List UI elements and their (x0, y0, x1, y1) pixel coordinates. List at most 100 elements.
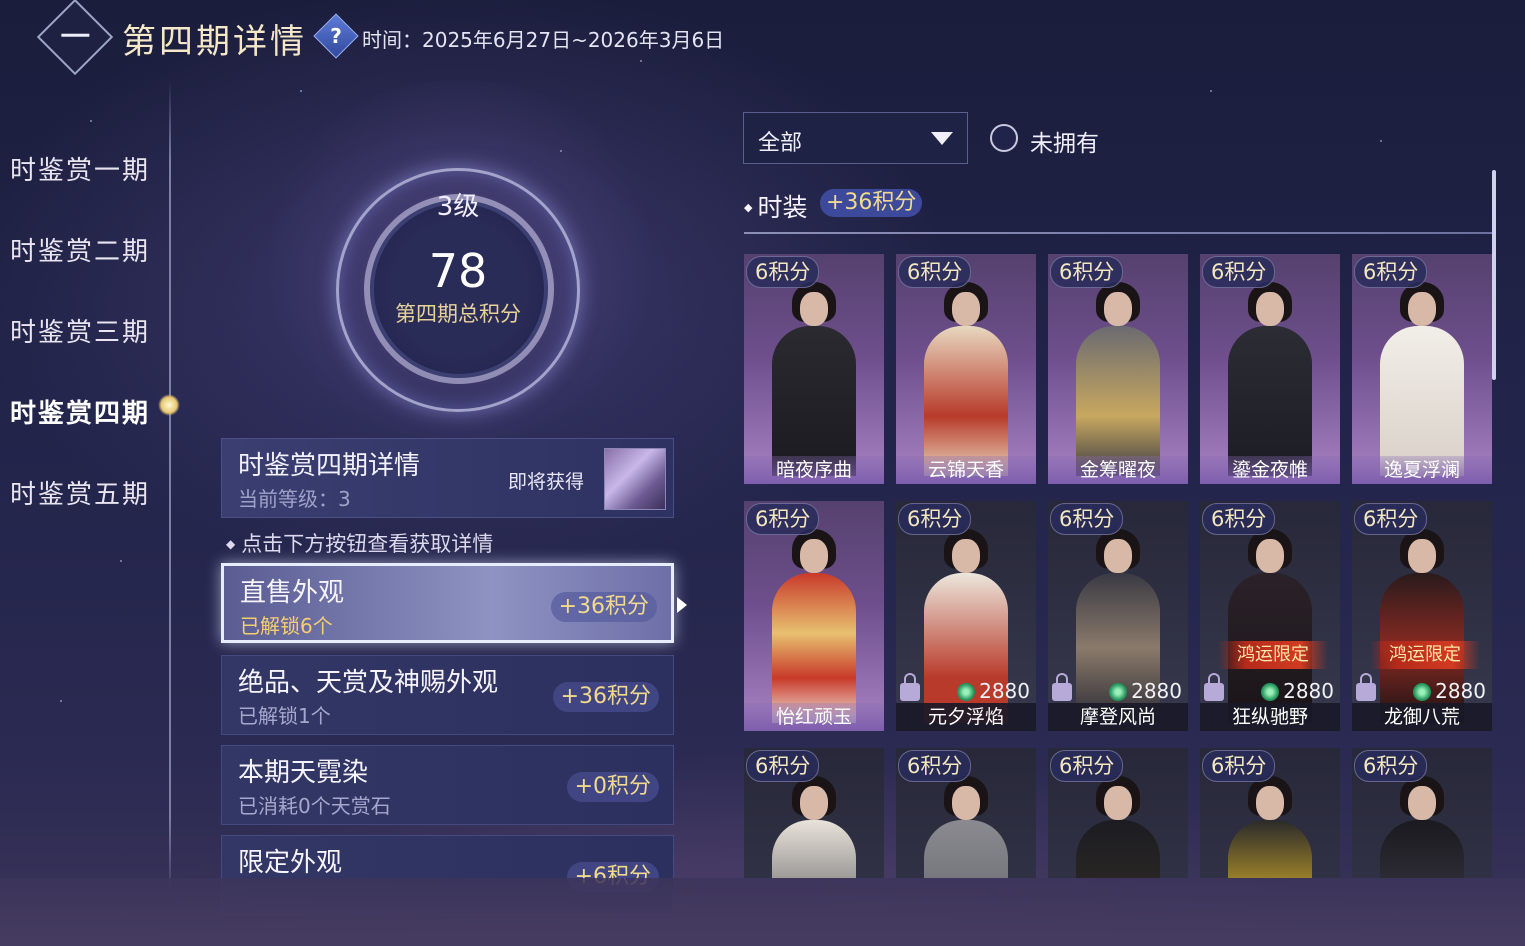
help-icon[interactable]: ? (313, 13, 359, 59)
total-score: 78 (428, 244, 488, 298)
jade-currency-icon (1109, 683, 1128, 701)
points-badge: 6积分 (1202, 503, 1276, 535)
hint-text: 点击下方按钮查看获取详情 (226, 528, 493, 558)
help-symbol: ? (330, 24, 342, 48)
star-deco (300, 90, 302, 92)
outfit-name: 怡红顽玉 (744, 703, 884, 731)
back-arrow-icon (61, 33, 90, 37)
not-owned-radio[interactable] (990, 124, 1018, 152)
outfit-name: 龙御八荒 (1352, 703, 1492, 731)
price: 2880 (1413, 679, 1486, 703)
outfit-card[interactable]: 6积分 暗夜序曲 (744, 254, 884, 484)
star-deco (60, 700, 62, 702)
outfit-card-locked[interactable]: 6积分 2880 摩登风尚 (1048, 501, 1188, 731)
upcoming-reward-icon[interactable] (604, 448, 666, 510)
points-badge: 6积分 (898, 256, 972, 288)
star-deco (120, 560, 122, 562)
outfit-card-locked[interactable]: 6积分 鸿运限定 2880 龙御八荒 (1352, 501, 1492, 731)
nav-item-period-5[interactable]: 时鉴赏五期 (10, 474, 150, 511)
outfit-card-locked[interactable]: 6积分 (1352, 748, 1492, 878)
price-value: 2880 (1283, 679, 1334, 703)
limited-tag: 鸿运限定 (1370, 641, 1480, 669)
character-figure (766, 282, 862, 476)
outfit-name: 鎏金夜帷 (1200, 456, 1340, 484)
character-figure (1222, 776, 1318, 878)
points-badge: 6积分 (1354, 750, 1428, 782)
points-badge: 6积分 (898, 503, 972, 535)
lock-icon (1356, 673, 1376, 701)
outfit-card[interactable]: 6积分 逸夏浮澜 (1352, 254, 1492, 484)
current-level: 当前等级：3 (238, 487, 351, 511)
points-badge: 6积分 (1354, 503, 1428, 535)
outfit-name: 金筹曜夜 (1048, 456, 1188, 484)
filter-dropdown[interactable]: 全部 (743, 112, 968, 164)
outfit-name: 暗夜序曲 (744, 456, 884, 484)
outfit-card-locked[interactable]: 6积分 (1048, 748, 1188, 878)
total-score-label: 第四期总积分 (395, 302, 521, 326)
chevron-down-icon (931, 132, 953, 145)
category-sub: 已解锁1个 (238, 704, 331, 728)
star-deco (90, 120, 92, 122)
outfit-grid: 6积分 暗夜序曲 6积分 云锦天香 6积分 金筹曜夜 6积分 鎏金夜帷 6积分 … (744, 254, 1494, 878)
lock-icon (1052, 673, 1072, 701)
outfit-card[interactable]: 6积分 怡红顽玉 (744, 501, 884, 731)
nav-item-period-2[interactable]: 时鉴赏二期 (10, 231, 150, 268)
category-points: +0积分 (566, 772, 659, 802)
category-dye[interactable]: 本期天霓染 已消耗0个天赏石 +0积分 (221, 745, 674, 825)
level-text: 3级 (436, 192, 480, 222)
points-badge: 6积分 (1202, 256, 1276, 288)
outfit-card[interactable]: 6积分 云锦天香 (896, 254, 1036, 484)
character-figure (766, 776, 862, 878)
points-badge: 6积分 (1050, 256, 1124, 288)
category-direct-sale[interactable]: 直售外观 已解锁6个 +36积分 (221, 563, 674, 643)
outfit-name: 狂纵驰野 (1200, 703, 1340, 731)
active-marker-icon (158, 394, 180, 416)
filter-value: 全部 (758, 131, 803, 156)
category-name: 绝品、天赏及神赐外观 (238, 668, 499, 698)
points-badge: 6积分 (746, 503, 820, 535)
outfit-card-locked[interactable]: 6积分 鸿运限定 2880 狂纵驰野 (1200, 501, 1340, 731)
page-title: 第四期详情 (122, 22, 307, 62)
not-owned-label[interactable]: 未拥有 (1030, 124, 1099, 158)
character-figure (918, 282, 1014, 476)
limited-tag: 鸿运限定 (1218, 641, 1328, 669)
outfit-name: 元夕浮焰 (896, 703, 1036, 731)
section-divider (744, 232, 1494, 234)
points-badge: 6积分 (1050, 750, 1124, 782)
selected-arrow-icon (677, 597, 687, 613)
outfit-card-locked[interactable]: 6积分 2880 元夕浮焰 (896, 501, 1036, 731)
jade-currency-icon (1413, 683, 1432, 701)
category-points: +36积分 (550, 592, 657, 622)
outfit-card-locked[interactable]: 6积分 (1200, 748, 1340, 878)
back-button[interactable] (36, 0, 114, 76)
outfit-card[interactable]: 6积分 金筹曜夜 (1048, 254, 1188, 484)
price-value: 2880 (1131, 679, 1182, 703)
points-badge: 6积分 (1202, 750, 1276, 782)
category-premium[interactable]: 绝品、天赏及神赐外观 已解锁1个 +36积分 (221, 655, 674, 735)
outfit-card[interactable]: 6积分 鎏金夜帷 (1200, 254, 1340, 484)
category-name: 直售外观 (240, 578, 345, 608)
lock-icon (1204, 673, 1224, 701)
character-figure (1070, 282, 1166, 476)
bottom-fade (0, 878, 1525, 946)
outfit-card-locked[interactable]: 6积分 (896, 748, 1036, 878)
character-figure (1374, 282, 1470, 476)
jade-currency-icon (1261, 683, 1280, 701)
category-name: 本期天霓染 (238, 758, 369, 788)
category-points: +36积分 (552, 682, 659, 712)
nav-item-period-1[interactable]: 时鉴赏一期 (10, 150, 150, 187)
price: 2880 (1109, 679, 1182, 703)
price: 2880 (1261, 679, 1334, 703)
outfit-card-locked[interactable]: 6积分 (744, 748, 884, 878)
points-badge: 6积分 (746, 256, 820, 288)
nav-item-period-4[interactable]: 时鉴赏四期 (10, 393, 150, 430)
character-figure (1070, 776, 1166, 878)
period-text: 时间：2025年6月27日~2026年3月6日 (362, 28, 725, 52)
points-badge: 6积分 (1050, 503, 1124, 535)
points-badge: 6积分 (898, 750, 972, 782)
soon-label: 即将获得 (508, 471, 585, 493)
nav-divider (169, 80, 171, 900)
character-figure (1222, 282, 1318, 476)
points-badge: 6积分 (746, 750, 820, 782)
nav-item-period-3[interactable]: 时鉴赏三期 (10, 312, 150, 349)
